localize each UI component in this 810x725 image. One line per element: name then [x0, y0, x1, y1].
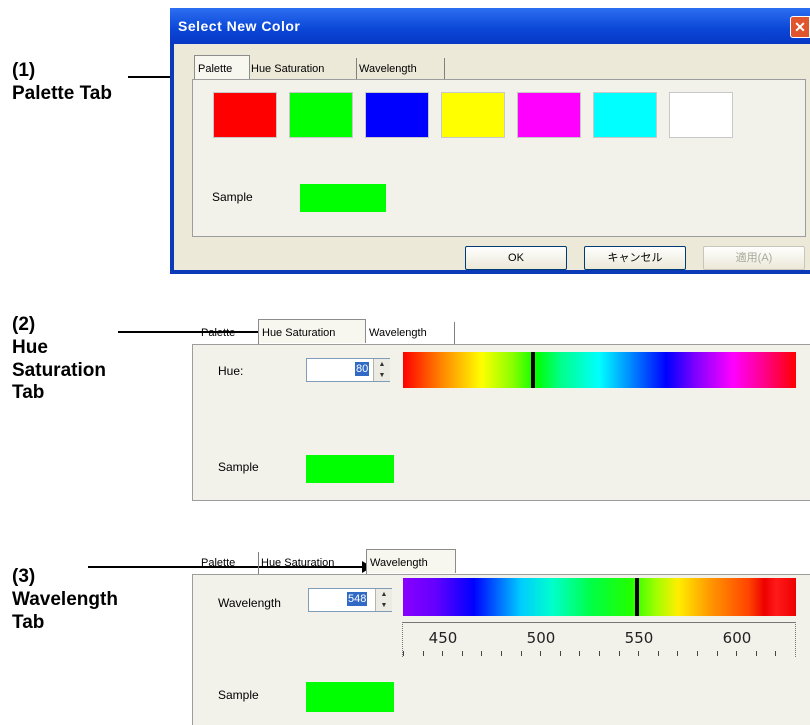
spin-down-icon[interactable]: ▼ [375, 600, 392, 611]
scale-tick [736, 651, 738, 656]
scale-tick [422, 651, 424, 656]
ok-button[interactable]: OK [465, 246, 567, 270]
scale-tick [697, 651, 698, 656]
wavelength-spinner[interactable]: 548 ▲ ▼ [308, 588, 392, 612]
annotation-palette: (1) Palette Tab [12, 60, 112, 106]
scale-tick [579, 651, 581, 656]
scale-tick [618, 651, 620, 656]
annotation-label: Saturation [12, 359, 106, 381]
hue-spectrum-slider[interactable] [403, 352, 796, 388]
hue-label: Hue: [218, 364, 244, 378]
palette-swatch-red[interactable] [213, 92, 277, 138]
scale-tick [677, 651, 679, 656]
scale-tick-label: 550 [624, 629, 654, 647]
sample-swatch [306, 455, 394, 483]
palette-swatch-white[interactable] [669, 92, 733, 138]
scale-tick [599, 651, 600, 656]
scale-tick [520, 651, 522, 656]
wavelength-spectrum-slider[interactable] [403, 578, 796, 616]
scale-tick [775, 651, 777, 656]
sample-label: Sample [218, 460, 259, 474]
palette-swatch-yellow[interactable] [441, 92, 505, 138]
cancel-button[interactable]: キャンセル [584, 246, 686, 270]
wavelength-tab-strip: Palette Hue Saturation Wavelength [198, 549, 498, 574]
scale-tick [403, 651, 404, 656]
hue-marker[interactable] [530, 352, 535, 388]
annotation-number: (2) [12, 314, 36, 335]
tab-wavelength[interactable]: Wavelength [366, 549, 456, 573]
sample-label: Sample [218, 688, 259, 702]
dialog-title: Select New Color [170, 8, 810, 44]
sample-swatch [306, 682, 394, 712]
palette-swatch-blue[interactable] [365, 92, 429, 138]
annotation-number: (3) [12, 566, 36, 587]
annotation-label: Wavelength [12, 588, 118, 610]
tab-palette[interactable]: Palette [198, 322, 259, 344]
scale-tick [559, 651, 561, 656]
scale-tick-label: 450 [428, 629, 458, 647]
hue-tab-strip: Palette Hue Saturation Wavelength [198, 319, 498, 344]
close-icon[interactable]: ✕ [790, 16, 810, 38]
sample-swatch [300, 184, 386, 212]
tab-wavelength[interactable]: Wavelength [366, 322, 455, 344]
annotation-number: (1) [12, 60, 36, 81]
wavelength-label: Wavelength [218, 596, 281, 610]
scale-tick [540, 651, 542, 656]
palette-swatch-cyan[interactable] [593, 92, 657, 138]
tab-palette[interactable]: Palette [194, 55, 250, 79]
apply-button[interactable]: 適用(A) [703, 246, 805, 270]
tab-wavelength[interactable]: Wavelength [356, 58, 445, 80]
scale-tick [461, 651, 463, 656]
annotation-hue-saturation: (2) Hue Saturation Tab [12, 314, 106, 405]
scale-tick [716, 651, 718, 656]
scale-tick-label: 600 [722, 629, 752, 647]
hue-value[interactable]: 80 [355, 362, 370, 376]
annotation-wavelength: (3) Wavelength Tab [12, 566, 118, 634]
sample-label: Sample [212, 190, 253, 204]
annotation-label: Tab [12, 382, 45, 404]
wavelength-value[interactable]: 548 [347, 592, 368, 606]
scale-tick [481, 651, 483, 656]
scale-tick [657, 651, 659, 656]
spin-down-icon[interactable]: ▼ [373, 370, 390, 381]
scale-tick-label: 500 [526, 629, 556, 647]
wavelength-scale: 450 500 550 600 [402, 622, 796, 657]
tab-strip: Palette Hue Saturation Wavelength [194, 55, 594, 80]
dialog-client: Palette Hue Saturation Wavelength [174, 44, 810, 270]
scale-tick [501, 651, 502, 656]
palette-swatch-magenta[interactable] [517, 92, 581, 138]
tab-hue-saturation[interactable]: Hue Saturation [258, 319, 366, 343]
select-color-dialog: Select New Color ✕ Palette Hue Saturatio… [170, 8, 810, 274]
hue-spinner[interactable]: 80 ▲ ▼ [306, 358, 390, 382]
scale-tick [638, 651, 640, 656]
tab-palette[interactable]: Palette [198, 552, 259, 574]
annotation-label: Palette Tab [12, 82, 112, 104]
annotation-label: Hue [12, 336, 48, 358]
wavelength-marker[interactable] [634, 578, 639, 616]
tab-hue-saturation[interactable]: Hue Saturation [248, 58, 357, 80]
scale-tick [442, 651, 444, 656]
palette-swatch-green[interactable] [289, 92, 353, 138]
tab-hue-saturation[interactable]: Hue Saturation [258, 552, 367, 574]
annotation-label: Tab [12, 611, 45, 633]
scale-tick [755, 651, 757, 656]
